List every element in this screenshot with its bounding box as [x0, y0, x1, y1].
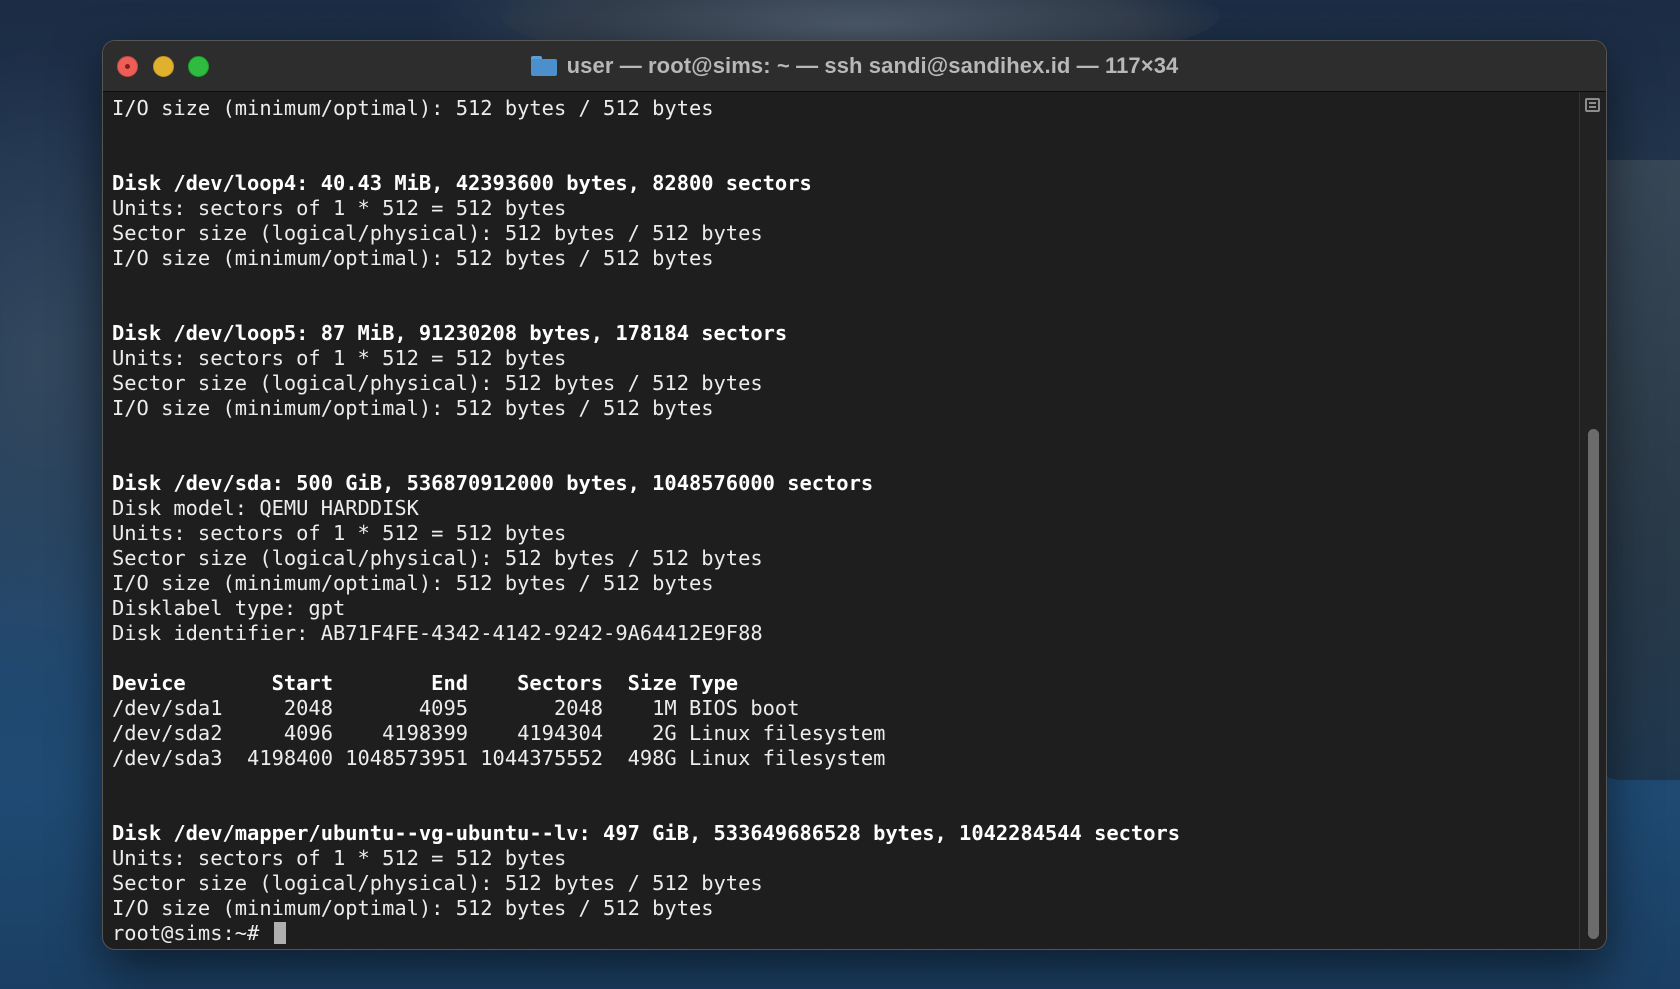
- window-title: user — root@sims: ~ — ssh sandi@sandihex…: [566, 53, 1179, 78]
- terminal-line: /dev/sda1 2048 4095 2048 1M BIOS boot: [112, 696, 800, 720]
- terminal-window[interactable]: user — root@sims: ~ — ssh sandi@sandihex…: [103, 41, 1606, 949]
- scrollbar-thumb[interactable]: [1588, 429, 1599, 939]
- terminal-line: /dev/sda2 4096 4198399 4194304 2G Linux …: [112, 721, 886, 745]
- terminal-line: Units: sectors of 1 * 512 = 512 bytes: [112, 521, 567, 545]
- terminal-line: Disk /dev/loop5: 87 MiB, 91230208 bytes,…: [112, 321, 788, 345]
- terminal-line: Units: sectors of 1 * 512 = 512 bytes: [112, 846, 567, 870]
- window-title-group: user — root@sims: ~ — ssh sandi@sandihex…: [103, 41, 1606, 91]
- terminal-line: I/O size (minimum/optimal): 512 bytes / …: [112, 896, 714, 920]
- terminal-line: I/O size (minimum/optimal): 512 bytes / …: [112, 246, 714, 270]
- prompt-line[interactable]: root@sims:~#: [112, 921, 1572, 946]
- folder-icon: [530, 56, 557, 76]
- terminal-line: Sector size (logical/physical): 512 byte…: [112, 871, 763, 895]
- terminal-line: Disklabel type: gpt: [112, 596, 346, 620]
- terminal-line: Sector size (logical/physical): 512 byte…: [112, 221, 763, 245]
- terminal-line: I/O size (minimum/optimal): 512 bytes / …: [112, 396, 714, 420]
- terminal-line: Disk /dev/loop4: 40.43 MiB, 42393600 byt…: [112, 171, 812, 195]
- split-pane-icon[interactable]: [1585, 98, 1600, 112]
- vertical-scrollbar[interactable]: [1579, 92, 1606, 949]
- terminal-line: Disk model: QEMU HARDDISK: [112, 496, 419, 520]
- terminal-line: Disk /dev/sda: 500 GiB, 536870912000 byt…: [112, 471, 874, 495]
- text-cursor: [273, 922, 286, 944]
- terminal-line: I/O size (minimum/optimal): 512 bytes / …: [112, 96, 714, 120]
- terminal-line: Disk /dev/mapper/ubuntu--vg-ubuntu--lv: …: [112, 821, 1181, 845]
- terminal-line: I/O size (minimum/optimal): 512 bytes / …: [112, 571, 714, 595]
- shell-prompt: root@sims:~#: [112, 921, 272, 945]
- terminal-line: Sector size (logical/physical): 512 byte…: [112, 371, 763, 395]
- terminal-line: Units: sectors of 1 * 512 = 512 bytes: [112, 346, 567, 370]
- terminal-line: Sector size (logical/physical): 512 byte…: [112, 546, 763, 570]
- terminal-output[interactable]: I/O size (minimum/optimal): 512 bytes / …: [112, 96, 1572, 946]
- terminal-line: Disk identifier: AB71F4FE-4342-4142-9242…: [112, 621, 763, 645]
- terminal-line: /dev/sda3 4198400 1048573951 1044375552 …: [112, 746, 886, 770]
- terminal-line: Device Start End Sectors Size Type: [112, 671, 739, 695]
- title-bar[interactable]: user — root@sims: ~ — ssh sandi@sandihex…: [103, 41, 1606, 92]
- terminal-line: Units: sectors of 1 * 512 = 512 bytes: [112, 196, 567, 220]
